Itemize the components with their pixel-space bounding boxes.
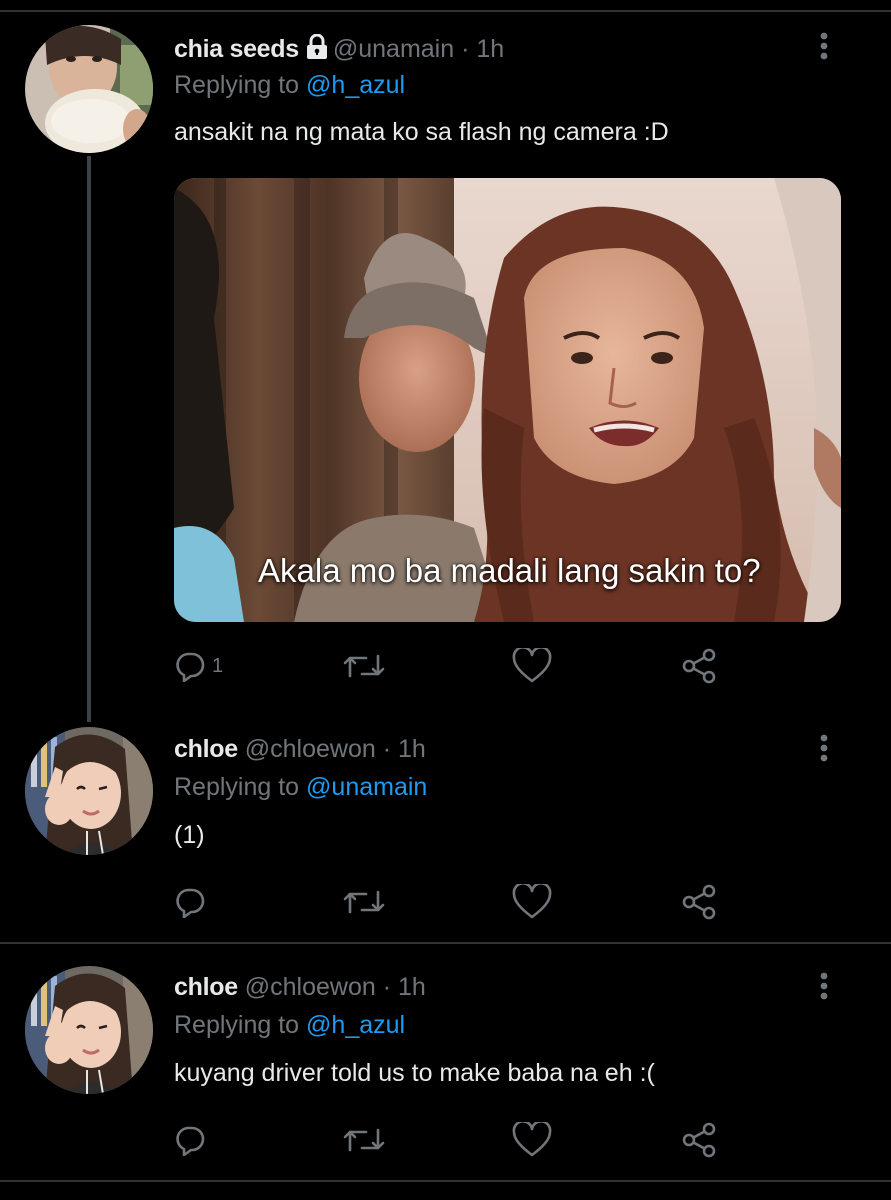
display-name[interactable]: chia seeds: [174, 35, 299, 63]
share-icon: [680, 1121, 718, 1159]
display-name[interactable]: chloe: [174, 973, 238, 1001]
like-icon: [512, 1122, 552, 1158]
tweet-actions: 1: [174, 644, 734, 688]
reply-button[interactable]: [174, 880, 212, 924]
replying-to-label: Replying to: [174, 71, 307, 99]
share-button[interactable]: [680, 644, 718, 688]
tweet-text: (1): [174, 821, 205, 849]
reply-button[interactable]: [174, 1118, 212, 1162]
reply-icon: [174, 650, 206, 682]
replying-to-label: Replying to: [174, 1011, 307, 1039]
lock-icon: [305, 33, 329, 67]
tweet-text: ansakit na ng mata ko sa flash ng camera…: [174, 118, 669, 146]
tweet-actions: [174, 880, 734, 924]
replying-to: Replying to @h_azul: [174, 70, 405, 100]
share-button[interactable]: [680, 880, 718, 924]
retweet-button[interactable]: [342, 1118, 386, 1162]
retweet-button[interactable]: [342, 644, 386, 688]
reply-icon: [174, 1124, 206, 1156]
like-icon: [512, 884, 552, 920]
replying-to: Replying to @unamain: [174, 772, 427, 802]
timestamp[interactable]: · 1h: [383, 735, 426, 763]
username[interactable]: @unamain: [333, 35, 454, 63]
tweet-text: kuyang driver told us to make baba na eh…: [174, 1059, 655, 1087]
timeline: chia seeds @unamain · 1h Replying to @h_a…: [0, 0, 891, 1200]
top-divider: [0, 10, 891, 12]
more-icon[interactable]: [812, 968, 836, 1008]
retweet-icon: [342, 886, 386, 918]
reply-icon: [174, 886, 206, 918]
avatar[interactable]: [25, 966, 153, 1094]
replying-to: Replying to @h_azul: [174, 1010, 405, 1040]
tweet-header: chloe @chloewon · 1h: [174, 734, 426, 764]
avatar[interactable]: [25, 727, 153, 855]
share-icon: [680, 883, 718, 921]
tweet-image[interactable]: Akala mo ba madali lang sakin to?: [174, 178, 841, 622]
timestamp[interactable]: · 1h: [461, 35, 504, 63]
like-button[interactable]: [512, 1118, 552, 1162]
reply-count: 1: [212, 654, 224, 677]
like-icon: [512, 648, 552, 684]
tweet-actions: [174, 1118, 734, 1162]
display-name[interactable]: chloe: [174, 735, 238, 763]
replying-to-mention[interactable]: @unamain: [306, 773, 427, 801]
tweet-header: chia seeds @unamain · 1h: [174, 33, 504, 67]
more-icon[interactable]: [812, 28, 836, 68]
timestamp[interactable]: · 1h: [383, 973, 426, 1001]
tweet-divider: [0, 942, 891, 944]
retweet-button[interactable]: [342, 880, 386, 924]
retweet-icon: [342, 650, 386, 682]
avatar[interactable]: [25, 25, 153, 153]
thread-line: [87, 156, 91, 722]
share-button[interactable]: [680, 1118, 718, 1162]
replying-to-mention[interactable]: @h_azul: [306, 1011, 405, 1039]
more-icon[interactable]: [812, 730, 836, 770]
like-button[interactable]: [512, 880, 552, 924]
reply-button[interactable]: 1: [174, 644, 223, 688]
like-button[interactable]: [512, 644, 552, 688]
meme-caption: Akala mo ba madali lang sakin to?: [258, 552, 761, 589]
tweet-divider: [0, 1180, 891, 1182]
replying-to-label: Replying to: [174, 773, 307, 801]
username[interactable]: @chloewon: [245, 735, 376, 763]
tweet-header: chloe @chloewon · 1h: [174, 972, 426, 1002]
replying-to-mention[interactable]: @h_azul: [306, 71, 405, 99]
share-icon: [680, 647, 718, 685]
retweet-icon: [342, 1124, 386, 1156]
username[interactable]: @chloewon: [245, 973, 376, 1001]
